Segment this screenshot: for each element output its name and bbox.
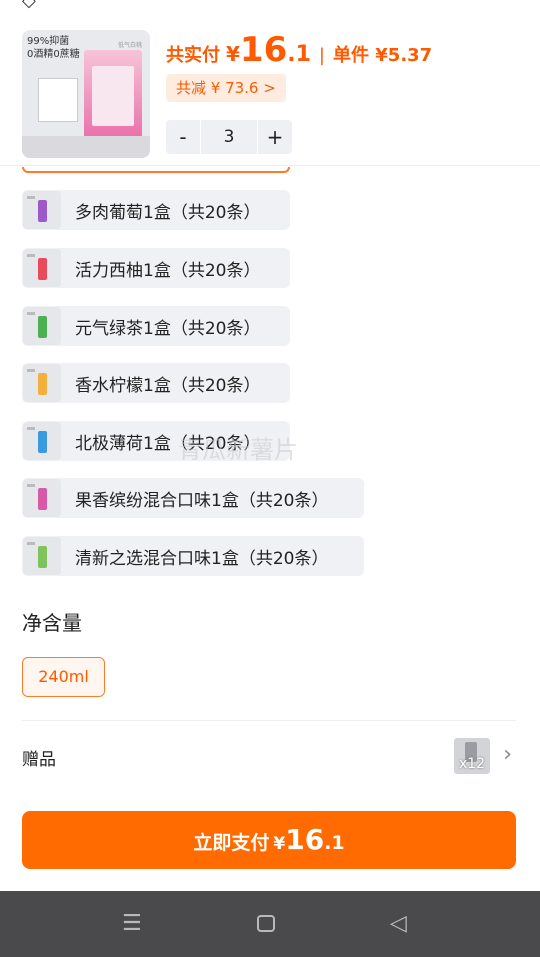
volume-section-title: 净含量	[22, 611, 82, 635]
flavor-2-label: 活力西柚1盒（共20条）	[75, 260, 261, 281]
price-separator: |	[318, 45, 325, 66]
thumb-flavor-tag: 低气白桃	[117, 42, 142, 49]
flavor-7-thumbnail	[23, 537, 61, 575]
quantity-stepper: - 3 +	[166, 120, 292, 154]
menu-icon[interactable]: ☰	[122, 911, 142, 936]
decrease-button[interactable]: -	[166, 120, 200, 154]
flavor-7-label: 清新之选混合口味1盒（共20条）	[75, 548, 329, 569]
discount-badge[interactable]: 共减 ¥ 73.6 >	[166, 74, 286, 102]
watermark-text: 青瓜新薯片	[178, 436, 298, 464]
flavor-3-label: 元气绿茶1盒（共20条）	[75, 318, 261, 339]
gift-row[interactable]: 赠品 x12 ›	[22, 734, 516, 778]
flavor-option-2[interactable]: 活力西柚1盒（共20条）	[22, 248, 290, 288]
section-divider	[22, 720, 516, 721]
flavor-5-thumbnail	[23, 422, 61, 460]
flavor-1-thumbnail	[23, 191, 61, 229]
pay-now-button[interactable]: 立即支付 ¥ 16 .1	[22, 811, 516, 869]
product-header: 99%抑菌 0酒精0蔗糖 低气白桃 共实付 ¥ 16 .1 | 单件 ¥5.37…	[0, 14, 540, 166]
product-thumbnail[interactable]: 99%抑菌 0酒精0蔗糖 低气白桃	[22, 30, 150, 158]
selected-option-edge[interactable]	[22, 167, 290, 173]
unit-price: 单件 ¥5.37	[333, 45, 433, 66]
chevron-right-icon: ›	[503, 742, 512, 767]
total-price-label: 共实付	[166, 45, 220, 66]
flavor-4-thumbnail	[23, 364, 61, 402]
flavor-6-thumbnail	[23, 479, 61, 517]
flavor-option-4[interactable]: 香水柠檬1盒（共20条）	[22, 363, 290, 403]
flavor-option-7[interactable]: 清新之选混合口味1盒（共20条）	[22, 536, 364, 576]
flavor-1-label: 多肉葡萄1盒（共20条）	[75, 202, 261, 223]
product-base-shadow	[22, 136, 150, 158]
total-price-currency: ¥	[226, 42, 240, 66]
total-price-decimal: .1	[287, 42, 311, 67]
thumb-caption-line-1: 99%抑菌	[27, 36, 70, 47]
pay-button-integer: 16	[285, 823, 325, 856]
total-price: 共实付 ¥ 16 .1 | 单件 ¥5.37	[166, 30, 433, 70]
back-icon[interactable]: ◁	[390, 911, 407, 936]
pay-button-label: 立即支付	[193, 832, 270, 854]
product-pack-image	[38, 78, 78, 122]
increase-button[interactable]: +	[258, 120, 292, 154]
gift-label: 赠品	[22, 750, 56, 770]
quantity-input[interactable]: 3	[200, 120, 258, 154]
thumb-caption-line-2: 0酒精0蔗糖	[27, 49, 80, 60]
flavor-4-label: 香水柠檬1盒（共20条）	[75, 375, 261, 396]
gift-quantity: x12	[458, 756, 486, 772]
system-navigation-bar: ☰ ◁	[0, 891, 540, 957]
cutoff-text: ◇	[22, 0, 36, 11]
thumb-caption: 99%抑菌 0酒精0蔗糖	[27, 35, 80, 61]
total-price-integer: 16	[239, 30, 288, 70]
flavor-3-thumbnail	[23, 307, 61, 345]
home-icon[interactable]	[257, 915, 275, 932]
product-box-panel	[92, 66, 134, 126]
pay-button-currency: ¥	[273, 834, 286, 854]
volume-option-selected[interactable]: 240ml	[22, 657, 105, 697]
pay-button-decimal: .1	[324, 832, 345, 854]
flavor-option-6[interactable]: 果香缤纷混合口味1盒（共20条）	[22, 478, 364, 518]
flavor-option-1[interactable]: 多肉葡萄1盒（共20条）	[22, 190, 290, 230]
flavor-option-3[interactable]: 元气绿茶1盒（共20条）	[22, 306, 290, 346]
top-cutoff-bar: ◇	[0, 0, 540, 14]
flavor-6-label: 果香缤纷混合口味1盒（共20条）	[75, 490, 329, 511]
flavor-2-thumbnail	[23, 249, 61, 287]
